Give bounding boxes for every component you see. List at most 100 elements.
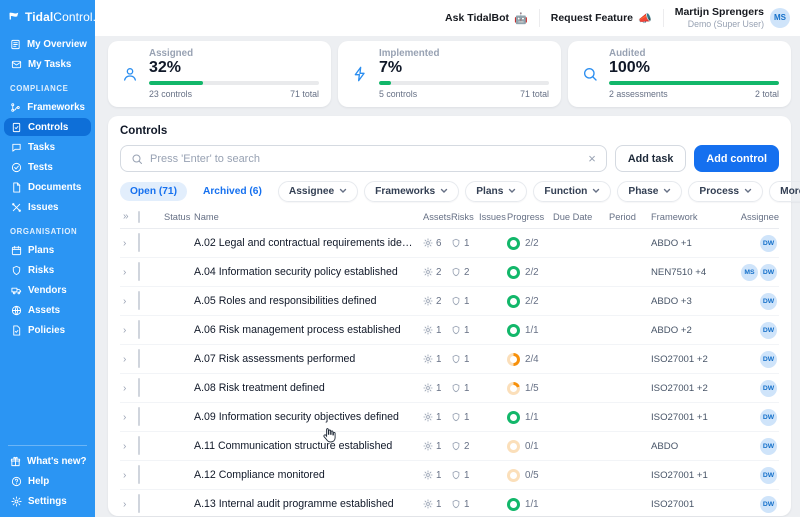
row-checkbox[interactable] (138, 494, 140, 513)
filter-function[interactable]: Function (533, 181, 611, 202)
add-control-button[interactable]: Add control (694, 145, 779, 172)
chat-icon (10, 141, 22, 153)
sidebar-item-documents[interactable]: Documents (4, 178, 91, 196)
expand-row-button[interactable]: › (120, 238, 138, 249)
filter-assignee[interactable]: Assignee (278, 181, 358, 202)
sidebar-item-vendors[interactable]: Vendors (4, 281, 91, 299)
stat-card-assigned: Assigned 32% 23 controls 71 total (108, 41, 331, 107)
assignee-badge: DW (760, 235, 777, 252)
search-icon (131, 153, 143, 165)
sidebar-item-label: Assets (28, 305, 60, 316)
sidebar-item-my-overview[interactable]: My Overview (4, 35, 91, 53)
sidebar-item-frameworks[interactable]: Frameworks (4, 98, 91, 116)
sidebar-item-my-tasks[interactable]: My Tasks (4, 55, 91, 73)
stat-total: 71 total (520, 89, 549, 99)
clear-search-icon[interactable]: × (588, 152, 596, 165)
sidebar-item-label: What's new? (27, 456, 86, 467)
truck-icon (10, 284, 22, 296)
row-checkbox[interactable] (138, 465, 140, 484)
search-input[interactable] (150, 153, 581, 165)
expand-row-button[interactable]: › (120, 354, 138, 365)
tab-archived-6[interactable]: Archived (6) (193, 182, 272, 201)
row-checkbox[interactable] (138, 233, 140, 252)
sidebar-item-assets[interactable]: Assets (4, 301, 91, 319)
table-row[interactable]: › A.04 Information security policy estab… (120, 258, 779, 287)
sidebar-item-issues[interactable]: Issues (4, 198, 91, 216)
sidebar-item-controls[interactable]: Controls (4, 118, 91, 136)
table-row[interactable]: › A.13 Internal audit programme establis… (120, 490, 779, 517)
filter-label: Plans (476, 186, 503, 197)
progress-cell: 1/1 (507, 324, 553, 337)
expand-all-button[interactable]: » (120, 211, 138, 222)
sidebar-item-what-s-new[interactable]: What's new? (4, 452, 91, 470)
row-checkbox[interactable] (138, 349, 140, 368)
add-task-button[interactable]: Add task (615, 145, 687, 172)
row-checkbox[interactable] (138, 436, 140, 455)
ask-tidalbot-button[interactable]: Ask TidalBot 🤖 (445, 12, 528, 25)
sidebar-item-policies[interactable]: Policies (4, 321, 91, 339)
sidebar-item-help[interactable]: Help (4, 472, 91, 490)
sidebar-item-label: My Tasks (28, 59, 71, 70)
check-circle-icon (10, 161, 22, 173)
filter-process[interactable]: Process (688, 181, 763, 202)
expand-row-button[interactable]: › (120, 267, 138, 278)
sidebar-item-plans[interactable]: Plans (4, 241, 91, 259)
filter-frameworks[interactable]: Frameworks (364, 181, 459, 202)
tab-open-71[interactable]: Open (71) (120, 182, 187, 201)
filter-more-filters[interactable]: More filters + (769, 181, 800, 202)
assets-cell: 1 (423, 354, 451, 365)
table-row[interactable]: › A.09 Information security objectives d… (120, 403, 779, 432)
expand-row-button[interactable]: › (120, 412, 138, 423)
table-row[interactable]: › A.07 Risk assessments performed 1 1 2/… (120, 345, 779, 374)
risks-cell: 1 (451, 412, 479, 423)
table-row[interactable]: › A.05 Roles and responsibilities define… (120, 287, 779, 316)
sidebar-item-tests[interactable]: Tests (4, 158, 91, 176)
row-checkbox[interactable] (138, 262, 140, 281)
table-row[interactable]: › A.02 Legal and contractual requirement… (120, 229, 779, 258)
filter-phase[interactable]: Phase (617, 181, 682, 202)
user-meta: Martijn Sprengers Demo (Super User) (675, 6, 764, 29)
expand-row-button[interactable]: › (120, 441, 138, 452)
row-checkbox[interactable] (138, 320, 140, 339)
filter-plans[interactable]: Plans (465, 181, 527, 202)
table-row[interactable]: › A.11 Communication structure establish… (120, 432, 779, 461)
stat-progress-bar (379, 81, 549, 85)
progress-count: 2/2 (525, 238, 539, 249)
table-row[interactable]: › A.06 Risk management process establish… (120, 316, 779, 345)
app-logo[interactable]: TidalControl. (0, 0, 95, 33)
table-row[interactable]: › A.08 Risk treatment defined 1 1 1/5 IS… (120, 374, 779, 403)
control-name: A.08 Risk treatment defined (194, 382, 423, 394)
expand-row-button[interactable]: › (120, 296, 138, 307)
topbar-separator (539, 9, 540, 27)
avatar[interactable]: MS (770, 8, 790, 28)
sidebar-item-risks[interactable]: Risks (4, 261, 91, 279)
expand-row-button[interactable]: › (120, 325, 138, 336)
assets-gear-icon (423, 470, 433, 480)
row-checkbox[interactable] (138, 378, 140, 397)
sidebar-item-settings[interactable]: Settings (4, 492, 91, 510)
assignee-cell: DW (739, 235, 779, 252)
row-checkbox[interactable] (138, 291, 140, 310)
assets-count: 1 (436, 383, 441, 394)
expand-row-button[interactable]: › (120, 499, 138, 510)
risk-shield-icon (451, 325, 461, 335)
user-menu[interactable]: Martijn Sprengers Demo (Super User) MS (675, 6, 790, 29)
assignee-badge: DW (760, 293, 777, 310)
col-progress: Progress (507, 212, 553, 222)
expand-row-button[interactable]: › (120, 383, 138, 394)
table-row[interactable]: › A.12 Compliance monitored 1 1 0/5 ISO2… (120, 461, 779, 490)
stat-count: 5 controls (379, 89, 417, 99)
table-header: » Status Name Assets Risks Issues Progre… (120, 209, 779, 229)
chevron-down-icon (744, 186, 752, 197)
sidebar-item-tasks[interactable]: Tasks (4, 138, 91, 156)
request-feature-button[interactable]: Request Feature 📣 (551, 12, 652, 25)
progress-cell: 2/4 (507, 353, 553, 366)
assets-count: 6 (436, 238, 441, 249)
framework-cell: ABDO +2 (651, 325, 739, 336)
robot-icon: 🤖 (514, 12, 528, 25)
progress-cell: 1/1 (507, 498, 553, 511)
sidebar-item-label: Risks (28, 265, 54, 276)
row-checkbox[interactable] (138, 407, 140, 426)
expand-row-button[interactable]: › (120, 470, 138, 481)
select-all-checkbox[interactable] (138, 211, 140, 223)
